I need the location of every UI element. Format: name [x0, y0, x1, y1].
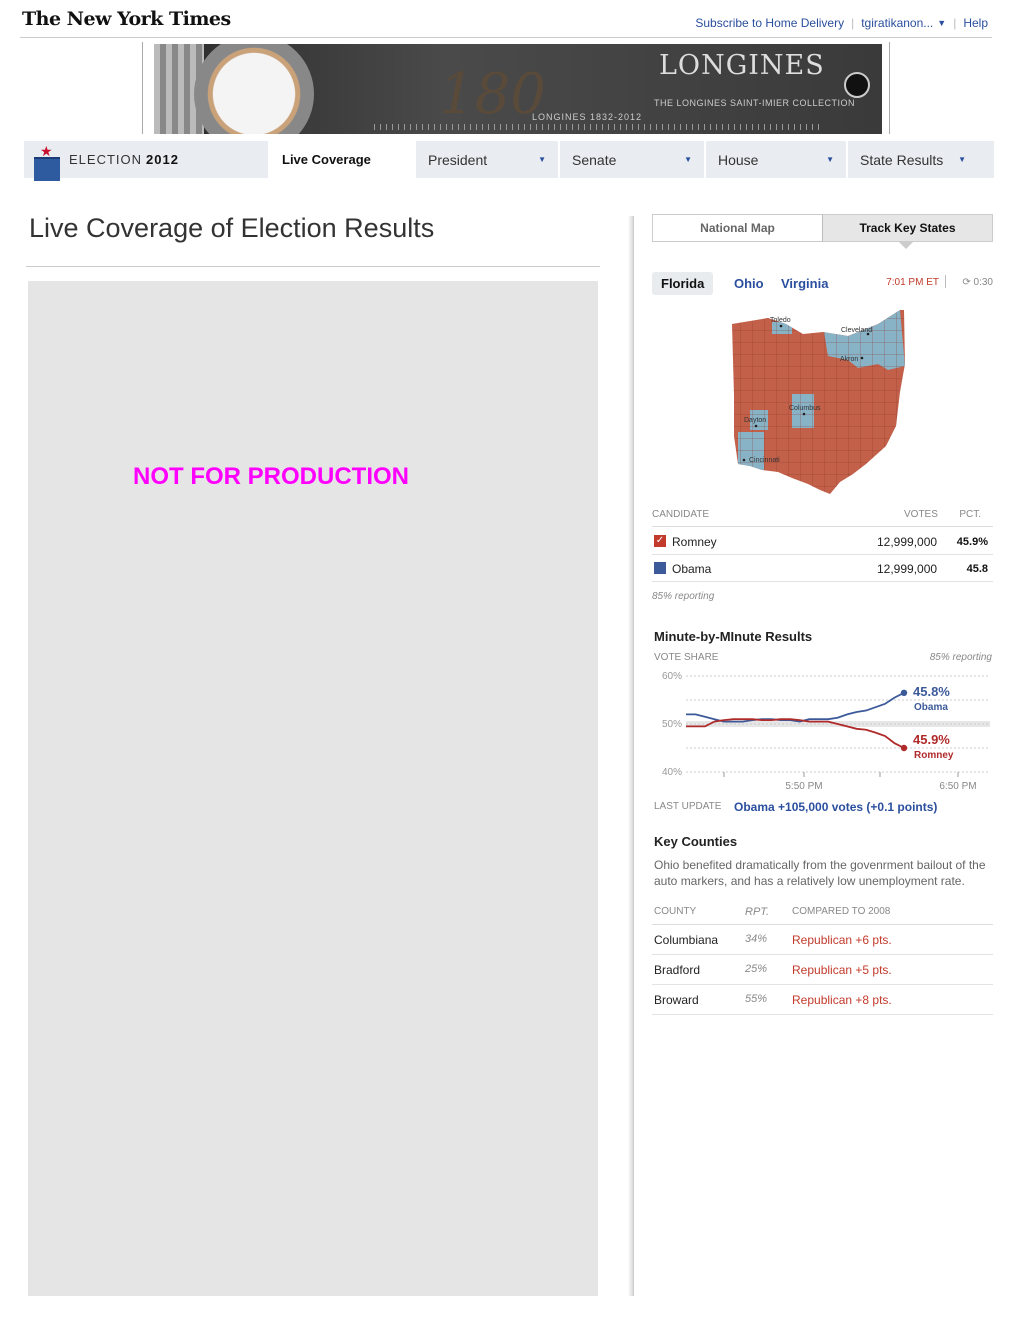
dropdown-arrow-icon: ▼: [826, 155, 834, 164]
series-line-obama: [686, 691, 905, 723]
key-counties-header: COUNTY RPT. COMPARED TO 2008: [652, 906, 993, 925]
candidates-header: CANDIDATE VOTES PCT.: [652, 509, 993, 527]
ad-tagline: THE LONGINES SAINT-IMIER COLLECTION: [654, 98, 856, 108]
ad-seal-icon: [844, 72, 870, 98]
account-links: Subscribe to Home Delivery | tgiratikano…: [695, 16, 988, 30]
key-counties-title: Key Counties: [654, 834, 738, 849]
tab-national-map[interactable]: National Map: [653, 215, 822, 241]
candidate-row-romney[interactable]: ✓ Romney 12,999,000 45.9%: [652, 528, 993, 555]
dropdown-arrow-icon: ▼: [538, 155, 546, 164]
watch-image: [194, 44, 314, 134]
banner-ad[interactable]: 180 LONGINES 1832-2012 LONGINES THE LONG…: [154, 44, 882, 134]
y-axis-ticks: 60% 50% 40%: [662, 671, 682, 778]
cincinnati-marker: [742, 458, 746, 462]
election-title: ELECTION 2012: [69, 152, 179, 167]
city-label-cleveland: Cleveland: [841, 327, 872, 334]
not-for-production-label: NOT FOR PRODUCTION: [133, 463, 409, 490]
dropdown-arrow-icon: ▼: [684, 155, 692, 164]
x-tick-label: 6:50 PM: [939, 781, 976, 792]
tab-state-results[interactable]: State Results ▼: [846, 141, 978, 178]
ad-anniversary-number: 180: [439, 62, 546, 127]
tab-senate[interactable]: Senate ▼: [558, 141, 704, 178]
refresh-icon: ⟳: [962, 277, 971, 288]
title-divider: [26, 266, 600, 267]
link-separator: |: [953, 16, 957, 30]
dropdown-arrow-icon: ▼: [958, 155, 966, 164]
state-tab-virginia[interactable]: Virginia: [781, 272, 828, 295]
toledo-marker: [779, 324, 783, 328]
city-label-dayton: Dayton: [744, 417, 766, 424]
main-content-placeholder: NOT FOR PRODUCTION: [28, 281, 598, 1296]
chart-reporting: 85% reporting: [929, 652, 992, 663]
ohio-county-map[interactable]: Toledo Cleveland Akron Columbus Dayton C…: [728, 306, 908, 500]
user-menu[interactable]: tgiratikanon...: [861, 16, 933, 30]
refresh-countdown[interactable]: ⟳ 0:30: [962, 277, 993, 288]
ad-anniversary-years: LONGINES 1832-2012: [532, 112, 643, 122]
series-end-point-romney: [900, 744, 908, 752]
vote-share-label: VOTE SHARE: [654, 652, 719, 663]
nyt-logo[interactable]: The New York Times: [22, 8, 231, 30]
series-value-label: 45.9%: [913, 732, 950, 747]
state-tab-florida[interactable]: Florida: [652, 272, 714, 295]
party-swatch-icon: [654, 562, 666, 574]
city-label-toledo: Toledo: [770, 317, 791, 324]
last-update-label: LAST UPDATE: [654, 801, 722, 812]
page-title: Live Coverage of Election Results: [29, 213, 435, 243]
winner-check-icon: ✓: [654, 535, 666, 547]
election-nav: ★ ELECTION 2012 Live Coverage President ▼ …: [24, 141, 994, 181]
y-tick-label: 40%: [662, 767, 682, 778]
county-row[interactable]: Broward 55% Republican +8 pts.: [652, 985, 993, 1015]
x-tick-label: 5:50 PM: [785, 781, 822, 792]
ad-ruler-decoration: [374, 124, 824, 130]
ad-brand: LONGINES: [659, 50, 825, 81]
column-divider: [628, 216, 634, 1296]
update-time: 7:01 PM ET: [886, 277, 939, 288]
key-counties-description: Ohio benefited dramatically from the gov…: [654, 858, 986, 888]
tab-president[interactable]: President ▼: [414, 141, 558, 178]
akron-marker: [860, 356, 864, 360]
top-bar: The New York Times Subscribe to Home Del…: [20, 6, 992, 38]
dayton-marker: [754, 424, 758, 428]
series-name-label: Obama: [914, 702, 948, 713]
columbus-marker: [802, 412, 806, 416]
city-label-cincinnati: Cincinnati: [749, 457, 780, 464]
city-label-akron: Akron: [840, 356, 858, 363]
election-brand[interactable]: ★ ELECTION 2012: [24, 141, 268, 181]
county-row[interactable]: Bradford 25% Republican +5 pts.: [652, 955, 993, 985]
tab-live-coverage[interactable]: Live Coverage: [268, 141, 414, 178]
tab-house[interactable]: House ▼: [704, 141, 846, 178]
series-value-label: 45.8%: [913, 684, 950, 699]
chart-series: [686, 689, 908, 752]
help-link[interactable]: Help: [963, 16, 988, 30]
series-end-point-obama: [900, 689, 908, 696]
candidate-row-obama[interactable]: Obama 12,999,000 45.8: [652, 555, 993, 582]
minute-results-title: Minute-by-MInute Results: [654, 629, 813, 644]
y-tick-label: 60%: [662, 671, 682, 682]
city-label-columbus: Columbus: [789, 405, 821, 412]
county-row[interactable]: Columbiana 34% Republican +6 pts.: [652, 925, 993, 955]
state-selector: Florida Ohio Virginia 7:01 PM ET ⟳ 0:30: [652, 272, 993, 296]
reporting-status: 85% reporting: [652, 591, 715, 602]
tab-track-key-states[interactable]: Track Key States: [822, 215, 992, 249]
map-tabs: National Map Track Key States: [652, 214, 993, 249]
subscribe-link[interactable]: Subscribe to Home Delivery: [695, 16, 844, 30]
caret-down-icon[interactable]: ▼: [937, 18, 946, 28]
link-separator: |: [851, 16, 855, 30]
last-update-value: Obama +105,000 votes (+0.1 points): [734, 800, 938, 814]
series-name-label: Romney: [914, 750, 954, 761]
ballot-box-icon: ★: [34, 143, 60, 181]
state-tab-ohio[interactable]: Ohio: [734, 272, 764, 295]
y-tick-label: 50%: [662, 719, 682, 730]
vote-share-chart: 60% 50% 40% 5:50 PM 6:50 PM 45.8% Obama 45.9%…: [662, 671, 990, 792]
x-axis-ticks: 5:50 PM 6:50 PM: [723, 772, 977, 792]
